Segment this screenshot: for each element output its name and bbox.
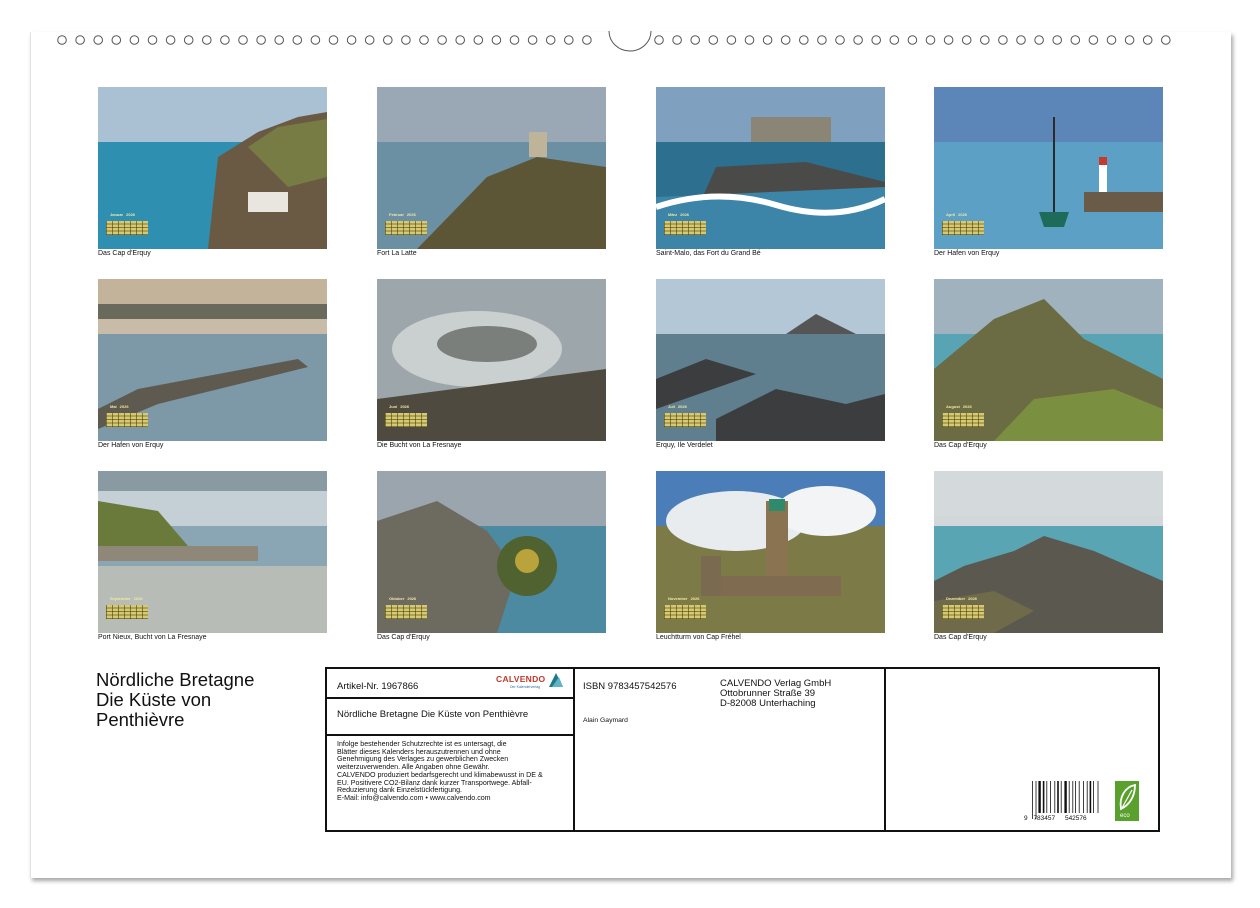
- photo-caption: Saint-Malo, das Fort du Grand Bé: [656, 250, 761, 257]
- mini-calendar-year: 2026: [680, 212, 690, 217]
- mini-calendar-year: 2026: [119, 404, 129, 409]
- mini-calendar-title: Mai 2026: [110, 404, 129, 409]
- mini-calendar-grid: [106, 221, 148, 235]
- mini-calendar-grid: [106, 413, 148, 427]
- mini-calendar-month: Januar: [110, 212, 124, 217]
- photo-caption: Der Hafen von Erquy: [98, 442, 164, 449]
- month-photo-2: Februar 2026: [377, 87, 606, 249]
- mini-calendar-grid: [385, 221, 427, 235]
- publisher-city: D-82008 Unterhaching: [720, 698, 816, 709]
- month-photo-1: Januar 2026: [98, 87, 327, 249]
- barcode-digit-lead: 9: [1024, 815, 1028, 822]
- photo-caption: Leuchtturm von Cap Fréhel: [656, 634, 741, 641]
- mini-calendar-month: Juni: [389, 404, 398, 409]
- box-title: Nördliche Bretagne Die Küste von Penthiè…: [337, 709, 529, 720]
- mini-calendar-month: Dezember: [946, 596, 966, 601]
- month-photo-3: März 2026: [656, 87, 885, 249]
- photo-caption: Fort La Latte: [377, 250, 417, 257]
- box-title-row: Nördliche Bretagne Die Küste von Penthiè…: [327, 699, 573, 736]
- mini-calendar-title: Oktober 2026: [389, 596, 416, 601]
- mini-calendar-month: Oktober: [389, 596, 405, 601]
- legal-line: E-Mail: info@calvendo.com • www.calvendo…: [337, 793, 491, 802]
- mini-calendar-month: August: [946, 404, 960, 409]
- isbn: ISBN 9783457542576: [583, 681, 677, 692]
- month-photo-10: Oktober 2026: [377, 471, 606, 633]
- legal-text: Infolge bestehender Schutzrechte ist es …: [337, 740, 572, 803]
- hanger-icon: [608, 30, 652, 52]
- calendar-title: Nördliche Bretagne Die Küste von Penthiè…: [96, 670, 254, 730]
- title-line-3: Penthièvre: [96, 709, 185, 730]
- mini-calendar-grid: [664, 413, 706, 427]
- leaf-icon: [1119, 783, 1136, 811]
- mini-calendar-title: Juli 2026: [668, 404, 687, 409]
- mini-calendar-month: September: [110, 596, 131, 601]
- photo-caption: Das Cap d'Erquy: [934, 442, 987, 449]
- mini-calendar-title: Januar 2026: [110, 212, 135, 217]
- mini-calendar-grid: [385, 605, 427, 619]
- calvendo-logo-sub: Der Kalenderverlag: [510, 685, 541, 689]
- mini-calendar-month: Juli: [668, 404, 675, 409]
- month-photo-9: September 2026: [98, 471, 327, 633]
- mini-calendar-month: Mai: [110, 404, 117, 409]
- month-photo-5: Mai 2026: [98, 279, 327, 441]
- photo-caption: Erquy, Ile Verdelet: [656, 442, 713, 449]
- mini-calendar-year: 2026: [407, 596, 417, 601]
- author: Alain Gaymard: [583, 717, 628, 724]
- month-photo-7: Juli 2026: [656, 279, 885, 441]
- month-photo-11: November 2026: [656, 471, 885, 633]
- mini-calendar-year: 2026: [406, 212, 416, 217]
- mini-calendar-grid: [942, 413, 984, 427]
- calvendo-logo-icon: [549, 673, 563, 687]
- mini-calendar-month: März: [668, 212, 678, 217]
- mini-calendar-title: Februar 2026: [389, 212, 416, 217]
- mini-calendar-grid: [385, 413, 427, 427]
- mini-calendar-title: Juni 2026: [389, 404, 409, 409]
- info-column-left: Artikel-Nr. 1967866 CALVENDO Der Kalende…: [327, 669, 575, 830]
- mini-calendar-year: 2026: [677, 404, 687, 409]
- title-line-2: Die Küste von: [96, 689, 212, 710]
- eco-label: eco: [1120, 813, 1130, 819]
- info-column-middle: ISBN 9783457542576 Alain Gaymard CALVEND…: [573, 669, 886, 830]
- mini-calendar-title: September 2026: [110, 596, 143, 601]
- mini-calendar-title: April 2026: [946, 212, 967, 217]
- barcode-digits-right: 542576: [1064, 815, 1087, 822]
- mini-calendar-year: 2026: [690, 596, 700, 601]
- mini-calendar-month: April: [946, 212, 956, 217]
- month-photo-12: Dezember 2026: [934, 471, 1163, 633]
- article-number: Artikel-Nr. 1967866: [337, 681, 419, 692]
- mini-calendar-grid: [664, 605, 706, 619]
- mini-calendar-year: 2026: [968, 596, 978, 601]
- photo-caption: Der Hafen von Erquy: [934, 250, 1000, 257]
- publisher-address: CALVENDO Verlag GmbH Ottobrunner Straße …: [720, 679, 831, 709]
- title-line-1: Nördliche Bretagne: [96, 669, 255, 690]
- mini-calendar-year: 2026: [133, 596, 143, 601]
- photo-caption: Das Cap d'Erquy: [377, 634, 430, 641]
- mini-calendar-grid: [942, 605, 984, 619]
- month-photo-8: August 2026: [934, 279, 1163, 441]
- mini-calendar-title: August 2026: [946, 404, 972, 409]
- mini-calendar-grid: [106, 605, 148, 619]
- mini-calendar-grid: [664, 221, 706, 235]
- photo-caption: Die Bucht von La Fresnaye: [377, 442, 462, 449]
- mini-calendar-year: 2026: [958, 212, 968, 217]
- calvendo-logo: CALVENDO: [496, 674, 546, 684]
- article-row: Artikel-Nr. 1967866 CALVENDO Der Kalende…: [327, 669, 573, 699]
- barcode-digits: 9 783457 542576: [1024, 815, 1087, 822]
- photo-caption: Das Cap d'Erquy: [98, 250, 151, 257]
- mini-calendar-year: 2026: [400, 404, 410, 409]
- photo-caption: Das Cap d'Erquy: [934, 634, 987, 641]
- month-photo-4: April 2026: [934, 87, 1163, 249]
- mini-calendar-title: Dezember 2026: [946, 596, 977, 601]
- barcode-digits-left: 783457: [1033, 815, 1056, 822]
- month-photo-6: Juni 2026: [377, 279, 606, 441]
- mini-calendar-year: 2026: [962, 404, 972, 409]
- mini-calendar-title: November 2026: [668, 596, 699, 601]
- mini-calendar-month: Februar: [389, 212, 404, 217]
- mini-calendar-grid: [942, 221, 984, 235]
- mini-calendar-year: 2026: [126, 212, 136, 217]
- mini-calendar-title: März 2026: [668, 212, 689, 217]
- photo-caption: Port Nieux, Bucht von La Fresnaye: [98, 634, 207, 641]
- mini-calendar-month: November: [668, 596, 688, 601]
